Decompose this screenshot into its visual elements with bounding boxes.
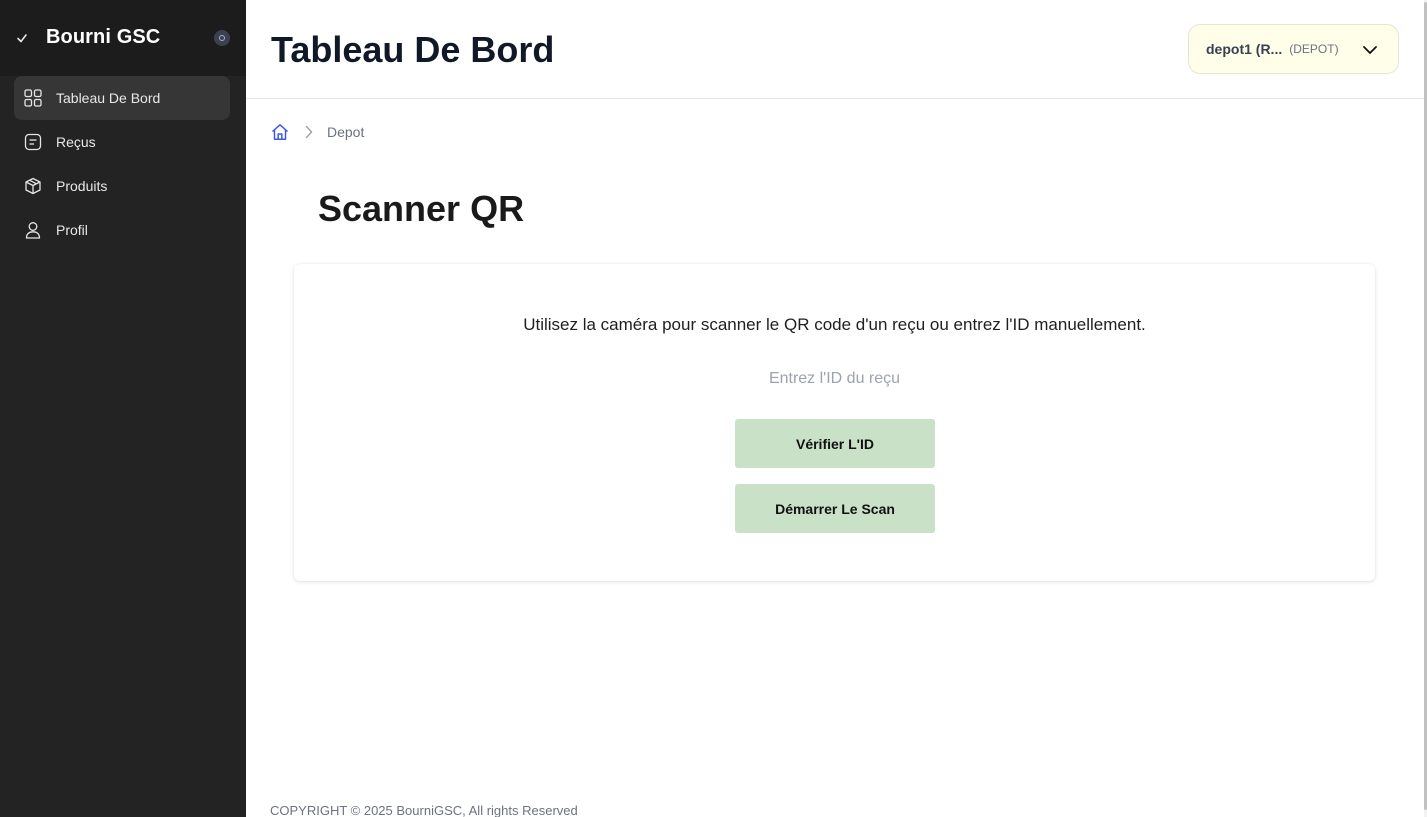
breadcrumb-current: Depot [327,124,365,140]
box-icon [24,177,42,195]
verify-id-button[interactable]: Vérifier L'ID [735,419,935,468]
sidebar-item-label: Profil [56,222,88,238]
chevron-down-icon [1362,42,1378,58]
scanner-card: Utilisez la caméra pour scanner le QR co… [294,264,1375,581]
sidebar-item-tableau-de-bord[interactable]: Tableau De Bord [14,76,230,120]
sidebar-item-label: Produits [56,178,108,194]
user-select-dropdown[interactable]: depot1 (R... (DEPOT) [1188,24,1399,74]
user-icon [24,221,42,239]
sidebar-item-label: Tableau De Bord [56,90,161,106]
chevron-right-icon [303,125,315,139]
sidebar-toggle-icon[interactable] [214,30,230,46]
start-scan-button[interactable]: Démarrer Le Scan [735,484,935,533]
sidebar-item-recus[interactable]: Reçus [14,120,230,164]
home-icon[interactable] [271,123,289,141]
page-title: Tableau De Bord [271,29,555,70]
footer-copyright: COPYRIGHT © 2025 BourniGSC, All rights R… [270,803,578,817]
user-name: depot1 (R... [1206,41,1283,57]
top-header: Tableau De Bord depot1 (R... (DEPOT) [246,0,1424,99]
breadcrumb: Depot [271,122,364,142]
receipt-id-input[interactable] [718,362,951,396]
grid-icon [24,89,42,107]
scanner-title: Scanner QR [318,188,525,229]
scanner-description: Utilisez la caméra pour scanner le QR co… [523,315,1146,334]
sidebar-item-label: Reçus [56,134,96,150]
sidebar-item-profil[interactable]: Profil [14,208,230,252]
sidebar-brand: Bourni GSC [0,0,246,76]
brand-title: Bourni GSC [46,26,161,48]
sidebar: Bourni GSC Tableau De Bord Reçus Produit… [0,0,246,817]
receipt-icon [24,133,42,151]
user-role: (DEPOT) [1289,42,1339,56]
sidebar-item-produits[interactable]: Produits [14,164,230,208]
sidebar-nav: Tableau De Bord Reçus Produits Profil [14,76,230,252]
collapse-check-icon[interactable] [16,30,28,46]
